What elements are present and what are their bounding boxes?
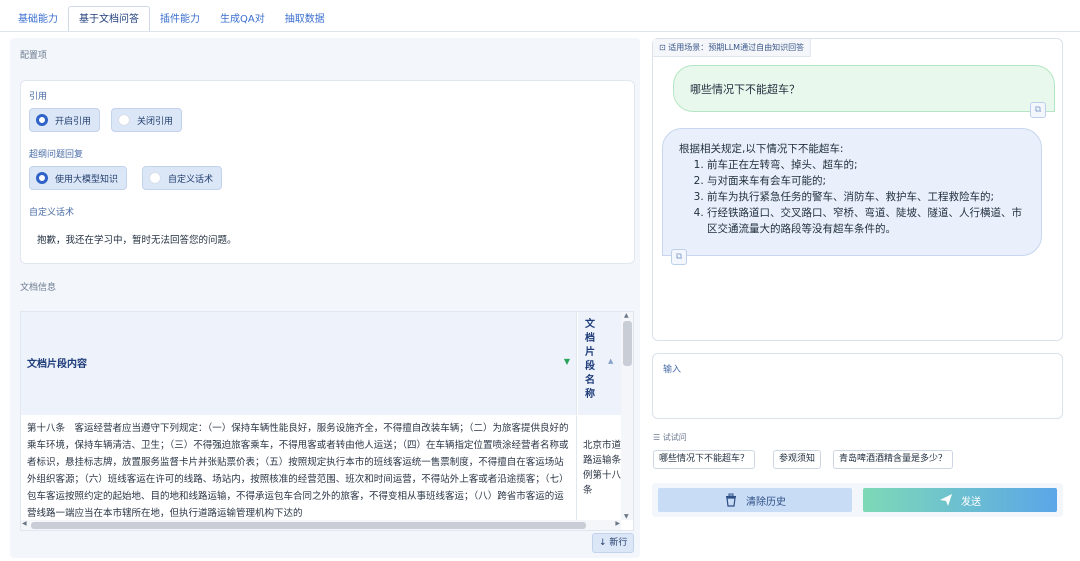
table-cell-content[interactable]: 第十八条 客运经营者应当遵守下列规定：（一）保持车辆性能良好，服务设施齐全，不得… <box>21 416 577 520</box>
action-bar: 清除历史 发送 <box>652 483 1063 517</box>
radio-label: 开启引用 <box>55 116 92 127</box>
copy-icon[interactable]: ⧉ <box>1030 102 1046 118</box>
clear-history-label: 清除历史 <box>746 496 786 508</box>
user-message: 哪些情况下不能超车？ <box>673 65 1055 112</box>
col-header-name[interactable]: 文档片段名称 ▲ <box>578 312 621 415</box>
tab-gen-qa[interactable]: 生成QA对 <box>210 8 275 32</box>
sort-desc-icon[interactable]: ▼ <box>564 357 570 366</box>
out-of-scope-label: 超纲问题回复 <box>29 150 84 160</box>
doc-table: 文档片段内容 ▼ 文档片段名称 ▲ 第十八条 客运经营者应当遵守下列规定：（一）… <box>20 311 634 531</box>
custom-script-label: 自定义话术 <box>29 208 75 218</box>
chat-panel: ⊡ 适用场景：预期LLM通过自由知识回答 哪些情况下不能超车？ ⧉ 根据相关规定… <box>652 38 1063 341</box>
radio-label: 自定义话术 <box>168 174 214 185</box>
custom-script-text[interactable]: 抱歉，我还在学习中，暂时无法回答您的问题。 <box>37 232 237 246</box>
copy-icon[interactable]: ⧉ <box>671 249 687 265</box>
tab-plugin[interactable]: 插件能力 <box>150 8 210 32</box>
tab-doc-qa[interactable]: 基于文档问答 <box>68 6 150 32</box>
radio-unselected-icon <box>118 114 130 126</box>
left-panel: 配置项 引用 开启引用 关闭引用 超纲问题回复 使用大模型知识 自定义话术 自定… <box>10 38 640 558</box>
radio-citation-off[interactable]: 关闭引用 <box>111 108 183 132</box>
info-icon: ⊡ <box>659 43 666 52</box>
suggestion-chip[interactable]: 青岛啤酒酒精含量是多少？ <box>833 450 954 469</box>
horizontal-scrollbar[interactable]: ◀ ▶ <box>21 520 621 530</box>
col-header-label: 文档片段名称 <box>585 319 595 400</box>
radio-custom-script[interactable]: 自定义话术 <box>142 166 223 190</box>
answer-intro: 根据相关规定,以下情况下不能超车: <box>679 143 844 155</box>
scroll-right-icon[interactable]: ▶ <box>615 520 620 527</box>
radio-selected-icon <box>36 114 48 126</box>
scene-text: 适用场景：预期LLM通过自由知识回答 <box>668 43 805 52</box>
answer-item: 前车正在左转弯、掉头、超车的; <box>707 157 1025 173</box>
config-title: 配置项 <box>20 51 48 61</box>
bot-message: 根据相关规定,以下情况下不能超车: 前车正在左转弯、掉头、超车的; 与对面来车有… <box>662 128 1042 256</box>
send-button[interactable]: 发送 <box>863 488 1057 512</box>
tab-extract[interactable]: 抽取数据 <box>275 8 335 32</box>
citation-label: 引用 <box>29 92 48 102</box>
radio-selected-icon <box>36 172 48 184</box>
scroll-thumb[interactable] <box>623 321 632 366</box>
list-icon: ☰ <box>653 433 661 442</box>
tab-basic[interactable]: 基础能力 <box>8 8 68 32</box>
clear-history-button[interactable]: 清除历史 <box>658 488 852 512</box>
radio-label: 使用大模型知识 <box>55 174 119 185</box>
doc-info-title: 文档信息 <box>20 283 57 293</box>
vertical-scrollbar[interactable]: ▲ ▼ <box>621 312 633 520</box>
scroll-left-icon[interactable]: ◀ <box>22 520 27 527</box>
add-row-button[interactable]: ↓ 新行 <box>592 533 635 553</box>
answer-item: 前车为执行紧急任务的警车、消防车、救护车、工程救险车的; <box>707 189 1025 205</box>
suggestion-chip[interactable]: 参观须知 <box>773 450 822 469</box>
col-header-label: 文档片段内容 <box>27 359 87 370</box>
message-input[interactable] <box>661 378 1054 412</box>
table-cell-name[interactable]: 北京市道路运输条例第十八条 <box>578 416 621 520</box>
answer-item: 行经铁路道口、交叉路口、窄桥、弯道、陡坡、隧道、人行横道、市区交通流量大的路段等… <box>707 205 1025 237</box>
sort-asc-icon[interactable]: ▲ <box>608 357 613 365</box>
send-icon <box>940 494 952 506</box>
input-area: 输入 <box>652 353 1063 419</box>
col-header-content[interactable]: 文档片段内容 ▼ <box>21 312 577 415</box>
answer-item: 与对面来车有会车可能的; <box>707 173 1025 189</box>
scroll-up-icon[interactable]: ▲ <box>624 312 629 319</box>
try-ask-label: ☰ 试试问 <box>653 433 687 442</box>
send-label: 发送 <box>961 496 981 508</box>
scene-badge: ⊡ 适用场景：预期LLM通过自由知识回答 <box>653 39 812 57</box>
tab-divider <box>0 31 1080 32</box>
radio-label: 关闭引用 <box>137 116 174 127</box>
input-label: 输入 <box>663 365 682 375</box>
suggestion-chip[interactable]: 哪些情况下不能超车？ <box>653 450 756 469</box>
radio-citation-on[interactable]: 开启引用 <box>29 108 101 132</box>
trash-icon <box>726 493 736 507</box>
scroll-down-icon[interactable]: ▼ <box>624 513 629 520</box>
radio-unselected-icon <box>149 172 161 184</box>
radio-use-llm[interactable]: 使用大模型知识 <box>29 166 128 190</box>
scroll-thumb[interactable] <box>31 522 586 529</box>
answer-list: 前车正在左转弯、掉头、超车的; 与对面来车有会车可能的; 前车为执行紧急任务的警… <box>679 157 1025 237</box>
